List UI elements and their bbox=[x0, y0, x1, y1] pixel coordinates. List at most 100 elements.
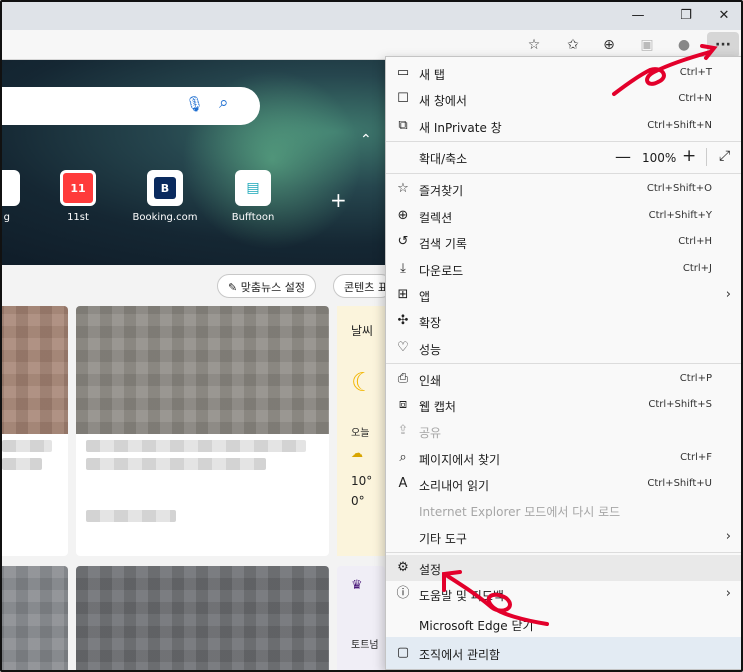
menu-new-window[interactable]: ☐ 새 창에서 Ctrl+N bbox=[386, 86, 741, 112]
history-icon: ↺ bbox=[397, 234, 409, 249]
menu-read-aloud[interactable]: A 소리내어 읽기 Ctrl+Shift+U bbox=[386, 471, 741, 497]
zoom-out-button[interactable]: — bbox=[615, 147, 631, 166]
browser-window: — ❐ ✕ ☆ ✩ ⊕ ▣ ● ··· 🎙 ⌕ ⌃ g 11 11st B Bo… bbox=[0, 0, 743, 672]
menu-favorites[interactable]: ☆ 즐겨찾기 Ctrl+Shift+O bbox=[386, 176, 741, 202]
menu-collections[interactable]: ⊕ 컬렉션 Ctrl+Shift+Y bbox=[386, 203, 741, 229]
menu-new-inprivate[interactable]: ⧉ 새 InPrivate 창 Ctrl+Shift+N bbox=[386, 113, 741, 139]
briefcase-icon: ▢ bbox=[396, 645, 410, 660]
add-favorite-icon[interactable]: ☆ bbox=[521, 32, 547, 58]
menu-label: 웹 캡처 bbox=[419, 400, 456, 414]
download-icon: ⤓ bbox=[400, 261, 406, 276]
menu-label: 확대/축소 bbox=[419, 152, 468, 166]
menu-label: 성능 bbox=[419, 343, 442, 357]
news-card[interactable] bbox=[76, 566, 329, 670]
quick-link-tile[interactable]: 11 11st bbox=[38, 170, 118, 223]
weather-card[interactable]: 날씨 ☾ 오늘 ☁ 10° 0° bbox=[337, 306, 385, 556]
menu-close-edge[interactable]: Microsoft Edge 닫기 bbox=[386, 611, 741, 637]
chevron-up-icon[interactable]: ⌃ bbox=[360, 132, 372, 148]
zoom-in-button[interactable]: + bbox=[682, 146, 696, 166]
quick-link-tile[interactable]: B Booking.com bbox=[125, 170, 205, 223]
moon-icon: ☾ bbox=[351, 368, 375, 398]
menu-more-tools[interactable]: 기타 도구 › bbox=[386, 524, 741, 550]
menu-ie-mode[interactable]: Internet Explorer 모드에서 다시 로드 bbox=[386, 497, 741, 523]
news-card[interactable] bbox=[2, 306, 68, 556]
extension-icon[interactable]: ▣ bbox=[634, 32, 660, 58]
tile-logo: ▤ bbox=[235, 170, 271, 206]
menu-shortcut: Ctrl+Shift+U bbox=[647, 478, 712, 489]
more-tools-icon bbox=[395, 529, 411, 545]
content-button[interactable]: 콘텐츠 표 bbox=[333, 274, 393, 298]
quick-link-tile[interactable]: ▤ Bufftoon bbox=[213, 170, 293, 223]
news-image bbox=[76, 306, 329, 434]
menu-label: Internet Explorer 모드에서 다시 로드 bbox=[419, 505, 621, 519]
menu-label: 공유 bbox=[419, 426, 442, 440]
news-card[interactable] bbox=[76, 306, 329, 556]
menu-new-tab[interactable]: ▭ 새 탭 Ctrl+T bbox=[386, 60, 741, 86]
chevron-right-icon: › bbox=[725, 529, 731, 544]
chevron-right-icon: › bbox=[725, 287, 731, 302]
news-text-blurred bbox=[2, 458, 42, 470]
search-box[interactable]: 🎙 ⌕ bbox=[2, 87, 260, 125]
sports-card[interactable]: ♛ 토트넘 bbox=[337, 566, 385, 670]
news-text-blurred bbox=[2, 440, 52, 452]
gear-icon: ⚙ bbox=[397, 560, 409, 575]
menu-performance[interactable]: ♡ 성능 bbox=[386, 335, 741, 361]
menu-label: 인쇄 bbox=[419, 374, 442, 388]
news-settings-button[interactable]: ✎ 맞춤뉴스 설정 bbox=[217, 274, 316, 298]
close-button[interactable]: ✕ bbox=[705, 2, 741, 28]
weather-title: 날씨 bbox=[351, 324, 374, 338]
web-capture-icon: ⧈ bbox=[398, 397, 408, 412]
menu-settings[interactable]: ⚙ 설정 bbox=[386, 555, 741, 581]
new-window-icon: ☐ bbox=[397, 91, 409, 106]
menu-web-capture[interactable]: ⧈ 웹 캡처 Ctrl+Shift+S bbox=[386, 392, 741, 418]
inprivate-icon: ⧉ bbox=[398, 118, 408, 133]
menu-share[interactable]: ⇪ 공유 bbox=[386, 418, 741, 444]
title-bar: — ❐ ✕ bbox=[2, 2, 741, 30]
menu-label: 다운로드 bbox=[419, 264, 464, 278]
menu-history[interactable]: ↺ 검색 기록 Ctrl+H bbox=[386, 229, 741, 255]
menu-label: 새 InPrivate 창 bbox=[419, 121, 502, 135]
menu-label: 조직에서 관리함 bbox=[419, 648, 501, 662]
find-icon: ⌕ bbox=[399, 450, 407, 465]
help-icon: ⓘ bbox=[396, 586, 410, 601]
menu-managed-by-org[interactable]: ▢ 조직에서 관리함 bbox=[386, 637, 741, 669]
menu-help-feedback[interactable]: ⓘ 도움말 및 피드백 › bbox=[386, 581, 741, 607]
menu-shortcut: Ctrl+J bbox=[682, 263, 712, 274]
menu-label: Microsoft Edge 닫기 bbox=[419, 619, 534, 633]
collections-icon[interactable]: ⊕ bbox=[596, 32, 622, 58]
maximize-button[interactable]: ❐ bbox=[667, 2, 705, 28]
search-icon[interactable]: ⌕ bbox=[219, 93, 229, 113]
menu-label: 설정 bbox=[419, 563, 442, 577]
microphone-icon[interactable]: 🎙 bbox=[185, 95, 204, 113]
menu-label: 앱 bbox=[419, 290, 431, 304]
add-shortcut-icon[interactable]: + bbox=[330, 188, 347, 212]
news-settings-label: 맞춤뉴스 설정 bbox=[240, 281, 305, 294]
minimize-button[interactable]: — bbox=[619, 2, 657, 28]
menu-label: 기타 도구 bbox=[419, 532, 467, 546]
menu-divider bbox=[386, 363, 741, 364]
news-text-blurred bbox=[86, 458, 266, 470]
menu-label: 새 탭 bbox=[419, 68, 445, 82]
menu-print[interactable]: ⎙ 인쇄 Ctrl+P bbox=[386, 366, 741, 392]
fullscreen-icon[interactable]: ⤢ bbox=[719, 148, 730, 164]
settings-and-more-button[interactable]: ··· bbox=[707, 32, 739, 58]
favorites-icon[interactable]: ✩ bbox=[560, 32, 586, 58]
premier-league-icon: ♛ bbox=[351, 578, 363, 593]
profile-icon[interactable]: ● bbox=[671, 32, 697, 58]
chevron-right-icon: › bbox=[725, 586, 731, 601]
menu-apps[interactable]: ⊞ 앱 › bbox=[386, 282, 741, 308]
close-edge-icon bbox=[395, 616, 411, 632]
menu-find-on-page[interactable]: ⌕ 페이지에서 찾기 Ctrl+F bbox=[386, 445, 741, 471]
menu-extensions[interactable]: ✣ 확장 bbox=[386, 308, 741, 334]
news-card[interactable] bbox=[2, 566, 68, 670]
menu-label: 새 창에서 bbox=[419, 94, 467, 108]
quick-link-tile[interactable]: g bbox=[2, 170, 42, 223]
partly-cloudy-icon: ☁ bbox=[351, 446, 363, 460]
new-tab-icon: ▭ bbox=[396, 65, 410, 80]
menu-shortcut: Ctrl+F bbox=[680, 452, 712, 463]
menu-shortcut: Ctrl+Shift+Y bbox=[648, 210, 712, 221]
menu-shortcut: Ctrl+N bbox=[678, 93, 712, 104]
menu-downloads[interactable]: ⤓ 다운로드 Ctrl+J bbox=[386, 256, 741, 282]
zoom-value: 100% bbox=[642, 151, 677, 165]
weather-low: 0° bbox=[351, 494, 365, 508]
